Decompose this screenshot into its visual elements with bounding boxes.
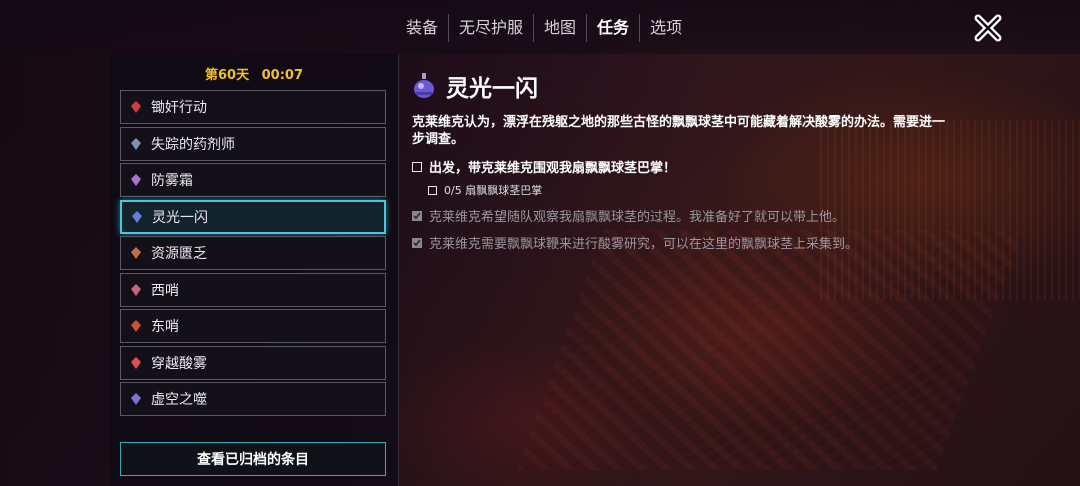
quest-list-panel: 第60天 00:07 锄奸行动失踪的药剂师 防雾霜灵光一闪资源匮乏西哨东哨穿越酸雾… (110, 54, 399, 486)
objective-sub: 0/5 扇飘飘球茎巴掌 (428, 182, 972, 198)
flame-icon (131, 320, 141, 332)
flag-icon (131, 393, 141, 405)
game-timer: 第60天 00:07 (110, 64, 398, 83)
objective-completed: 克莱维克需要飘飘球鞭来进行酸雾研究，可以在这里的飘飘球茎上采集到。 (412, 233, 972, 252)
quest-item-label: 灵光一闪 (152, 209, 208, 226)
quest-item[interactable]: 资源匮乏 (120, 236, 386, 270)
quest-item-label: 资源匮乏 (151, 246, 207, 262)
quest-item-label: 西哨 (151, 282, 179, 299)
tab-quests[interactable]: 任务 (587, 14, 641, 42)
quest-item[interactable]: 失踪的药剂师 (120, 126, 386, 161)
quest-item-label: 防雾霜 (151, 173, 193, 189)
quest-item[interactable]: 灵光一闪 (120, 199, 386, 234)
helmet-icon (131, 283, 141, 296)
objective-sub-text: 0/5 扇飘飘球茎巴掌 (444, 184, 543, 197)
objective-completed-text: 克莱维克希望随队观察我扇飘飘球茎的过程。我准备好了就可以带上他。 (429, 210, 846, 225)
day-counter: 第60天 (204, 68, 250, 83)
quest-description: 克莱维克认为，漂浮在残躯之地的那些古怪的飘飘球茎中可能藏着解决酸雾的办法。需要进… (412, 115, 946, 147)
checked-box-icon (412, 210, 422, 221)
nav-tabs: 装备 无尽护服 地图 任务 选项 (396, 14, 692, 42)
objective-main-text: 出发，带克莱维克围观我扇飘飘球茎巴掌！ (429, 161, 677, 176)
quest-detail: 灵光一闪 克莱维克认为，漂浮在残躯之地的那些古怪的飘飘球茎中可能藏着解决酸雾的办… (412, 66, 972, 252)
tab-equipment[interactable]: 装备 (396, 14, 450, 42)
checkbox-icon (428, 185, 437, 195)
objective-completed: 克莱维克希望随队观察我扇飘飘球茎的过程。我准备好了就可以带上他。 (412, 206, 972, 225)
view-archived-button[interactable]: 查看已归档的条目 (120, 442, 386, 476)
quest-item-label: 东哨 (151, 319, 179, 335)
quest-item-label: 锄奸行动 (151, 100, 207, 116)
quest-item[interactable]: 虚空之噬 (120, 382, 386, 416)
checkbox-icon (412, 161, 422, 172)
top-nav: 装备 无尽护服 地图 任务 选项 (0, 0, 1080, 54)
quest-list: 锄奸行动失踪的药剂师 防雾霜灵光一闪资源匮乏西哨东哨穿越酸雾虚空之噬 (120, 90, 386, 419)
blue-flask-icon (414, 73, 434, 98)
close-button[interactable] (970, 10, 1006, 46)
tab-map[interactable]: 地图 (534, 14, 588, 42)
blue-bird-icon (131, 137, 141, 150)
crystal-icon (131, 356, 141, 369)
quest-item[interactable]: 防雾霜 (120, 163, 386, 197)
quest-title-row: 灵光一闪 (412, 66, 972, 106)
red-sword-icon (131, 101, 141, 113)
quest-title: 灵光一闪 (446, 76, 538, 102)
clock: 00:07 (261, 68, 303, 83)
quest-item-label: 失踪的药剂师 (151, 136, 235, 153)
quest-item[interactable]: 锄奸行动 (120, 90, 386, 124)
tab-endless-suit[interactable]: 无尽护服 (449, 14, 535, 42)
checked-box-icon (412, 237, 422, 248)
purple-jar-icon (131, 174, 141, 186)
close-icon (974, 14, 1002, 42)
blue-flask-icon (132, 210, 142, 223)
objective-main: 出发，带克莱维克围观我扇飘飘球茎巴掌！ (412, 157, 972, 176)
crate-icon (131, 247, 141, 259)
quest-item[interactable]: 东哨 (120, 309, 386, 343)
quest-item-label: 穿越酸雾 (151, 355, 207, 372)
quest-item-label: 虚空之噬 (151, 392, 207, 408)
tab-options[interactable]: 选项 (640, 14, 692, 42)
quest-item[interactable]: 西哨 (120, 272, 386, 307)
quest-item[interactable]: 穿越酸雾 (120, 345, 386, 380)
objective-completed-text: 克莱维克需要飘飘球鞭来进行酸雾研究，可以在这里的飘飘球茎上采集到。 (429, 237, 859, 252)
